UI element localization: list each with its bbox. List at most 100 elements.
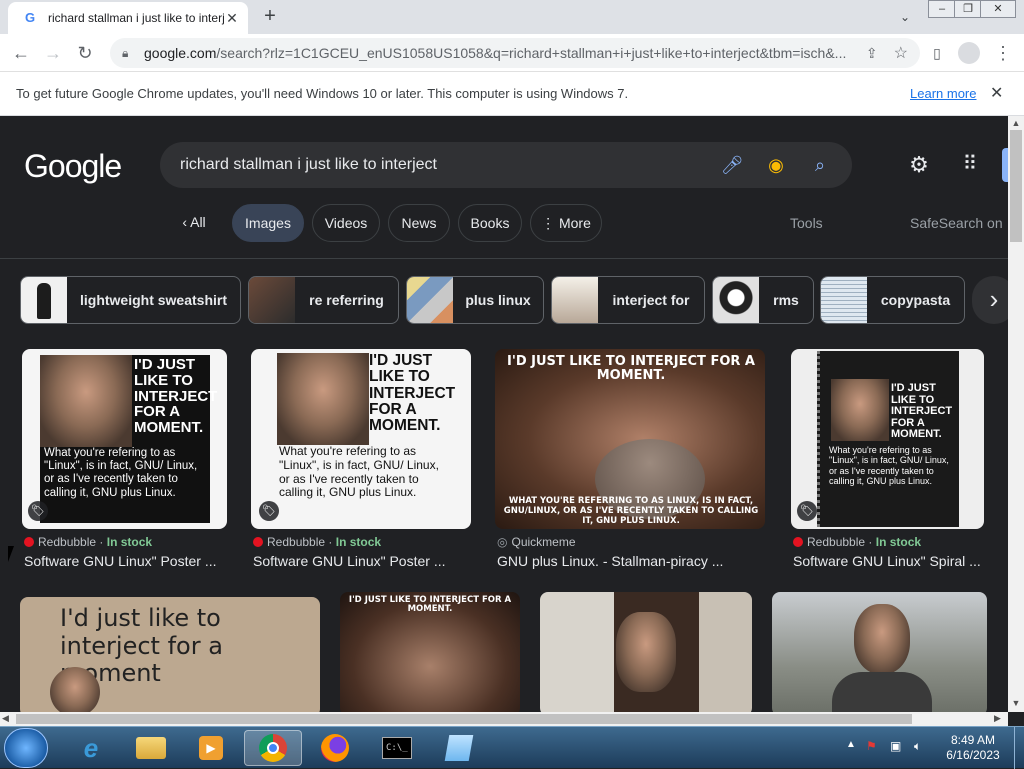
tab-books[interactable]: Books bbox=[458, 204, 522, 242]
search-input[interactable]: richard stallman i just like to interjec… bbox=[180, 156, 700, 174]
lens-camera-icon[interactable]: ◉ bbox=[764, 153, 788, 177]
redbubble-icon bbox=[793, 537, 803, 547]
chip-label: plus linux bbox=[465, 292, 531, 308]
image-result[interactable]: I'd just like to interject for a moment bbox=[20, 597, 320, 712]
command-prompt-icon[interactable]: C:\_ bbox=[368, 730, 426, 766]
minimize-button[interactable]: – bbox=[928, 0, 956, 18]
related-chip[interactable]: lightweight sweatshirt bbox=[20, 276, 241, 324]
clock-time: 8:49 AM bbox=[950, 733, 996, 747]
bookmark-star-icon[interactable]: ☆ bbox=[894, 43, 908, 63]
window-close-button[interactable]: ✕ bbox=[980, 0, 1016, 18]
image-result[interactable] bbox=[540, 592, 752, 712]
google-images-page: Google richard stallman i just like to i… bbox=[0, 116, 1008, 712]
forward-arrow-icon[interactable]: → bbox=[40, 40, 66, 66]
back-arrow-icon[interactable]: ← bbox=[8, 40, 34, 66]
vertical-scroll-thumb[interactable] bbox=[1010, 130, 1022, 242]
gear-icon[interactable]: ⚙ bbox=[906, 152, 932, 178]
result-title[interactable]: Software GNU Linux" Poster ... bbox=[24, 553, 217, 569]
menu-kebab-icon[interactable]: ⋮ bbox=[990, 40, 1016, 66]
file-explorer-icon[interactable] bbox=[122, 730, 180, 766]
tab-more[interactable]: ⋮ More bbox=[530, 204, 602, 242]
chips-next-chevron-icon[interactable]: › bbox=[972, 276, 1008, 324]
tray-expand-icon[interactable]: ▲ bbox=[846, 739, 856, 750]
search-box[interactable]: richard stallman i just like to interjec… bbox=[160, 142, 852, 188]
image-result[interactable]: I'D JUST LIKE TO INTERJECT FOR A MOMENT.… bbox=[22, 349, 228, 571]
result-image[interactable]: I'd just like to interject for a moment bbox=[20, 597, 320, 712]
media-player-icon[interactable]: ▶ bbox=[182, 730, 240, 766]
tag-icon: 🏷︎ bbox=[28, 501, 48, 521]
scroll-down-arrow-icon[interactable]: ▼ bbox=[1008, 696, 1024, 710]
restore-button[interactable]: ❐ bbox=[954, 0, 982, 18]
show-desktop-button[interactable] bbox=[1014, 727, 1024, 769]
notepad-icon[interactable] bbox=[430, 730, 488, 766]
share-icon[interactable]: ⇪ bbox=[866, 45, 878, 62]
new-tab-button[interactable]: + bbox=[258, 6, 282, 28]
result-image[interactable]: I'D JUST LIKE TO INTERJECT FOR A MOMENT.… bbox=[22, 349, 227, 529]
result-image[interactable] bbox=[540, 592, 752, 712]
image-result[interactable]: I'D JUST LIKE TO INTERJECT FOR A MOMENT.… bbox=[495, 349, 766, 571]
chip-thumbnail bbox=[21, 277, 67, 323]
chip-thumbnail bbox=[713, 277, 759, 323]
image-result[interactable]: I'D JUST LIKE TO INTERJECT FOR A MOMENT.… bbox=[791, 349, 985, 571]
action-center-icon[interactable]: ⚑ bbox=[866, 739, 877, 753]
url-text: google.com/search?rlz=1C1GCEU_enUS1058US… bbox=[144, 45, 847, 61]
safesearch-toggle[interactable]: SafeSearch on bbox=[910, 215, 1003, 231]
tab-videos[interactable]: Videos bbox=[312, 204, 380, 242]
microphone-icon[interactable]: 🎤︎ bbox=[720, 153, 744, 177]
result-source: ◎ Quickmeme bbox=[497, 535, 576, 549]
tab-close-icon[interactable]: ✕ bbox=[224, 10, 240, 27]
learn-more-link[interactable]: Learn more bbox=[910, 86, 976, 101]
chip-label: re referring bbox=[309, 292, 384, 308]
reload-icon[interactable]: ↻ bbox=[72, 40, 98, 66]
divider bbox=[0, 258, 1008, 259]
google-logo[interactable]: Google bbox=[24, 148, 122, 185]
tab-news[interactable]: News bbox=[388, 204, 450, 242]
redbubble-icon bbox=[253, 537, 263, 547]
image-result[interactable]: I'D JUST LIKE TO INTERJECT FOR A MOMENT.… bbox=[251, 349, 472, 571]
infobar-close-icon[interactable]: ✕ bbox=[990, 83, 1003, 103]
image-result[interactable]: I'D JUST LIKE TO INTERJECT FOR A MOMENT. bbox=[340, 592, 520, 712]
scroll-up-arrow-icon[interactable]: ▲ bbox=[1008, 116, 1024, 130]
result-title[interactable]: Software GNU Linux" Poster ... bbox=[253, 553, 446, 569]
search-icon[interactable]: ⌕ bbox=[808, 153, 832, 177]
scroll-right-arrow-icon[interactable]: ▶ bbox=[994, 713, 1001, 724]
related-chip[interactable]: copypasta bbox=[820, 276, 965, 324]
result-image[interactable]: I'D JUST LIKE TO INTERJECT FOR A MOMENT.… bbox=[495, 349, 765, 529]
internet-explorer-icon[interactable]: e bbox=[62, 730, 120, 766]
scroll-left-arrow-icon[interactable]: ◀ bbox=[2, 713, 9, 724]
horizontal-scroll-thumb[interactable] bbox=[16, 714, 912, 724]
tab-search-chevron-icon[interactable]: ⌄ bbox=[894, 6, 916, 28]
meme-caption: I'd just like to interject for a moment bbox=[60, 604, 223, 688]
network-icon[interactable]: ▣ bbox=[890, 739, 901, 753]
related-chip[interactable]: plus linux bbox=[406, 276, 544, 324]
start-button[interactable] bbox=[4, 728, 48, 768]
apps-grid-icon[interactable]: ⠿ bbox=[958, 152, 982, 176]
related-chip[interactable]: interject for bbox=[551, 276, 705, 324]
tab-images[interactable]: Images bbox=[232, 204, 304, 242]
address-bar[interactable]: 🔒︎ google.com/search?rlz=1C1GCEU_enUS105… bbox=[110, 38, 920, 68]
tag-icon: 🏷︎ bbox=[797, 501, 817, 521]
browser-tab[interactable]: G richard stallman i just like to interj… bbox=[8, 2, 248, 34]
result-title[interactable]: Software GNU Linux" Spiral ... bbox=[793, 553, 981, 569]
chrome-taskbar-icon[interactable] bbox=[244, 730, 302, 766]
result-image[interactable] bbox=[772, 592, 987, 712]
tag-icon: 🏷︎ bbox=[259, 501, 279, 521]
meme-headline: I'D JUST LIKE TO INTERJECT FOR A MOMENT. bbox=[891, 382, 953, 441]
meme-body: WHAT YOU'RE REFERRING TO AS LINUX, IS IN… bbox=[503, 496, 759, 526]
tools-button[interactable]: Tools bbox=[790, 215, 823, 231]
image-result[interactable] bbox=[772, 592, 987, 712]
firefox-icon[interactable] bbox=[306, 730, 364, 766]
tab-all[interactable]: ‹ All bbox=[166, 204, 222, 242]
result-title[interactable]: GNU plus Linux. - Stallman-piracy ... bbox=[497, 553, 723, 569]
result-source: Redbubble · In stock bbox=[24, 535, 152, 549]
profile-avatar-icon[interactable] bbox=[958, 42, 980, 64]
related-chip[interactable]: rms bbox=[712, 276, 814, 324]
taskbar-clock[interactable]: 8:49 AM 6/16/2023 bbox=[940, 733, 1006, 763]
side-panel-icon[interactable]: ▯ bbox=[924, 40, 950, 66]
tab-title: richard stallman i just like to interje bbox=[48, 11, 224, 25]
result-image[interactable]: I'D JUST LIKE TO INTERJECT FOR A MOMENT. bbox=[340, 592, 520, 712]
volume-icon[interactable]: 🔈︎ bbox=[914, 739, 921, 754]
result-image[interactable]: I'D JUST LIKE TO INTERJECT FOR A MOMENT.… bbox=[791, 349, 984, 529]
related-chip[interactable]: re referring bbox=[248, 276, 399, 324]
result-image[interactable]: I'D JUST LIKE TO INTERJECT FOR A MOMENT.… bbox=[251, 349, 471, 529]
